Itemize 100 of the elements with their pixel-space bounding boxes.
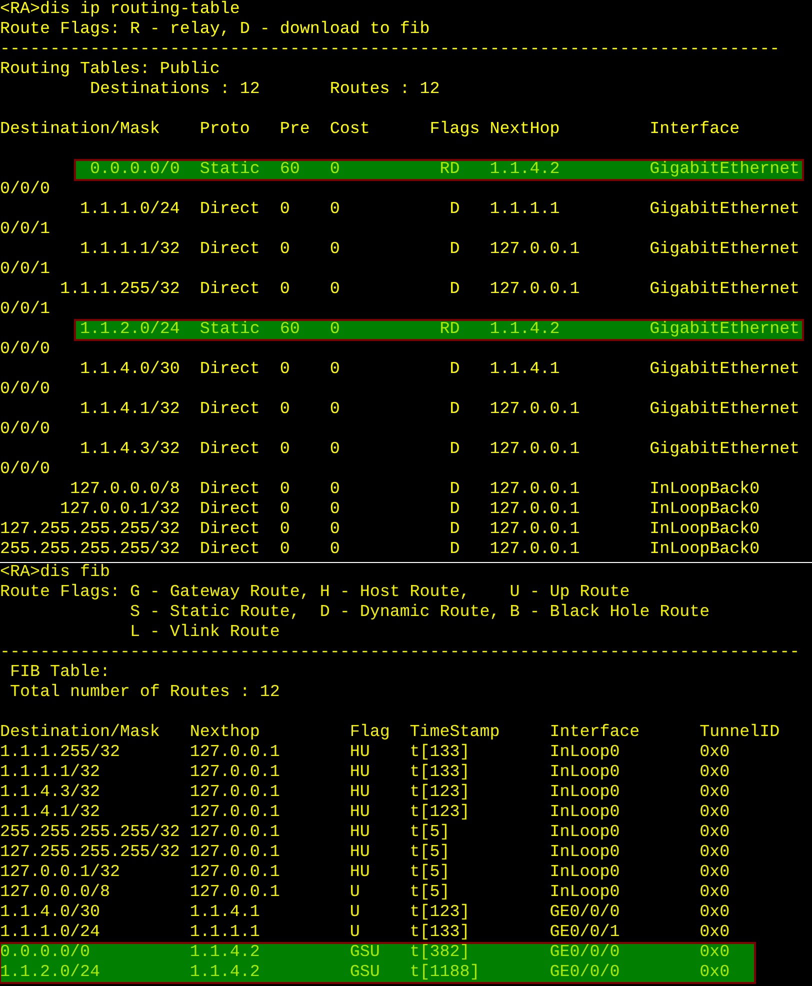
destination-cell: 1.1.1.1/32: [80, 240, 180, 260]
preference-cell-text: 0: [280, 480, 291, 500]
timestamp-cell-text: t[5]: [410, 863, 451, 883]
timestamp-cell-text: t[382]: [410, 943, 471, 963]
destination-cell: 127.0.0.0/8: [70, 480, 180, 500]
next-hop-cell-text: 127.0.0.1: [190, 883, 281, 903]
destination-cell-text: 127.0.0.1/32: [0, 863, 121, 883]
protocol-cell-text: Direct: [200, 500, 261, 520]
flags-cell: D: [450, 480, 460, 500]
preference-cell-text: 0: [280, 540, 291, 560]
cost-cell-text: 0: [330, 400, 341, 420]
interface-cell-text: InLoop0: [550, 783, 621, 803]
interface-cell: 0/0/0: [0, 380, 50, 400]
destination-cell: 0.0.0.0/0: [90, 160, 180, 180]
interface-cell: GigabitEthernet: [650, 360, 800, 380]
flags-cell: D: [450, 540, 460, 560]
column-header: Cost: [330, 120, 371, 140]
column-header: TunnelID: [700, 723, 781, 743]
column-header: Destination/Mask: [0, 723, 161, 743]
next-hop-cell-text: 1.1.4.1: [490, 360, 561, 380]
flags-cell: D: [450, 500, 460, 520]
protocol-cell-text: Direct: [200, 240, 261, 260]
cost-cell-text: 0: [330, 200, 341, 220]
preference-cell-text: 0: [280, 240, 291, 260]
timestamp-cell-text: t[133]: [410, 763, 471, 783]
flag-cell-text: HU: [350, 823, 371, 843]
timestamp-cell-text: t[5]: [410, 823, 451, 843]
next-hop-cell-text: 127.0.0.1: [490, 520, 581, 540]
routes-count: Routes : 12: [330, 80, 440, 100]
flag-cell-text: HU: [350, 743, 371, 763]
next-hop-cell-text: 1.1.4.1: [190, 903, 261, 923]
flags-cell: D: [450, 240, 460, 260]
protocol-cell-text: Direct: [200, 360, 261, 380]
tunnel-id-cell-text: 0x0: [700, 763, 731, 783]
interface-cell: GigabitEthernet: [650, 440, 800, 460]
tunnel-id-cell-text: 0x0: [700, 943, 731, 963]
destination-cell: 127.255.255.255/32: [0, 520, 180, 540]
route-flags-legend: S - Static Route, D - Dynamic Route, B - Black Hole Route: [130, 603, 710, 623]
interface-cell: 0/0/1: [0, 300, 50, 320]
destination-cell: 1.1.4.0/30: [80, 360, 180, 380]
timestamp-cell-text: t[123]: [410, 803, 471, 823]
interface-cell-text: GE0/0/0: [550, 903, 621, 923]
interface-cell-text: InLoop0: [550, 823, 621, 843]
column-header: NextHop: [490, 120, 561, 140]
flags-cell: D: [450, 520, 460, 540]
timestamp-cell-text: t[5]: [410, 883, 451, 903]
flag-cell-text: GSU: [350, 963, 381, 983]
interface-cell: 0/0/0: [0, 420, 50, 440]
interface-cell-text: InLoopBack0: [650, 520, 761, 540]
destination-cell-text: 1.1.4.1/32: [0, 803, 101, 823]
destination-cell-text: 255.255.255.255/32: [0, 823, 181, 843]
next-hop-cell-text: 1.1.1.1: [490, 200, 561, 220]
next-hop-cell-text: 1.1.1.1: [190, 923, 261, 943]
destination-cell-text: 1.1.4.0/30: [0, 903, 101, 923]
flag-cell-text: HU: [350, 783, 371, 803]
preference-cell-text: 0: [280, 400, 291, 420]
next-hop-cell-text: 1.1.4.2: [490, 160, 561, 180]
timestamp-cell-text: t[133]: [410, 923, 471, 943]
destination-cell-text: 1.1.2.0/24: [0, 963, 101, 983]
command-line: <RA>dis ip routing-table: [0, 0, 240, 20]
flags-cell: D: [450, 200, 460, 220]
interface-cell: GigabitEthernet: [650, 200, 800, 220]
protocol-cell-text: Direct: [200, 400, 261, 420]
column-header: Nexthop: [190, 723, 261, 743]
destination-cell-text: 0.0.0.0/0: [0, 943, 91, 963]
timestamp-cell-text: t[123]: [410, 903, 471, 923]
cost-cell-text: 0: [330, 480, 341, 500]
interface-cell: GigabitEthernet: [650, 280, 800, 300]
next-hop-cell-text: 127.0.0.1: [490, 400, 581, 420]
interface-cell: GigabitEthernet: [650, 160, 800, 180]
route-flags-legend: L - Vlink Route: [130, 623, 280, 643]
interface-cell: 0/0/0: [0, 180, 50, 200]
flag-cell-text: U: [350, 903, 361, 923]
protocol-cell-text: Direct: [200, 280, 261, 300]
destination-cell: 1.1.4.1/32: [80, 400, 180, 420]
interface-cell-text: InLoop0: [550, 743, 621, 763]
interface-cell-text: InLoopBack0: [650, 540, 761, 560]
destination-cell-text: 1.1.1.255/32: [0, 743, 121, 763]
flag-cell-text: U: [350, 883, 361, 903]
protocol-cell-text: Direct: [200, 200, 261, 220]
destination-cell-text: 127.0.0.0/8: [0, 883, 111, 903]
column-header: Destination/Mask: [0, 120, 161, 140]
cost-cell-text: 0: [330, 540, 341, 560]
protocol-cell-text: Static: [200, 320, 261, 340]
destination-cell-text: 1.1.4.3/32: [0, 783, 101, 803]
cost-cell-text: 0: [330, 500, 341, 520]
divider-dashes: ------------------------------------------------------------------------------: [0, 40, 780, 60]
timestamp-cell-text: t[1188]: [410, 963, 481, 983]
column-header: Flags: [430, 120, 481, 140]
destination-cell: 1.1.4.3/32: [80, 440, 180, 460]
tunnel-id-cell-text: 0x0: [700, 963, 731, 983]
flag-cell-text: HU: [350, 803, 371, 823]
timestamp-cell-text: t[123]: [410, 783, 471, 803]
preference-cell-text: 0: [280, 200, 291, 220]
tunnel-id-cell-text: 0x0: [700, 783, 731, 803]
tunnel-id-cell-text: 0x0: [700, 743, 731, 763]
cost-cell-text: 0: [330, 240, 341, 260]
next-hop-cell-text: 127.0.0.1: [490, 440, 581, 460]
interface-cell-text: InLoop0: [550, 863, 621, 883]
destination-cell-text: 127.255.255.255/32: [0, 843, 181, 863]
